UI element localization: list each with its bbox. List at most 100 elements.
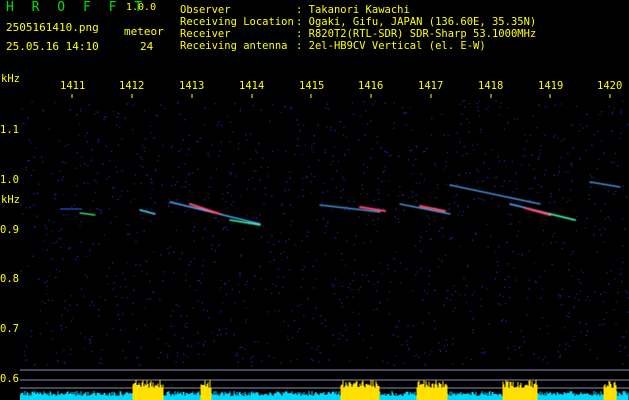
noise-speck	[367, 193, 369, 195]
noise-speck	[620, 112, 622, 114]
noise-speck	[257, 340, 259, 343]
noise-speck	[25, 166, 27, 169]
noise-speck	[362, 338, 364, 341]
signal-level-trace	[20, 380, 629, 400]
noise-speck	[93, 304, 95, 307]
noise-speck	[346, 206, 348, 208]
noise-speck	[441, 260, 443, 262]
noise-speck	[498, 114, 500, 116]
noise-speck	[348, 287, 350, 289]
noise-speck	[571, 180, 573, 182]
noise-speck	[278, 292, 280, 294]
noise-speck	[54, 198, 57, 200]
noise-speck	[27, 265, 30, 267]
noise-speck	[76, 304, 78, 306]
noise-speck	[311, 145, 313, 147]
noise-speck	[25, 345, 28, 347]
noise-speck	[434, 289, 436, 292]
info-key: Observer	[180, 4, 231, 16]
noise-speck	[454, 307, 456, 309]
noise-speck	[327, 190, 329, 193]
noise-speck	[586, 296, 589, 298]
noise-speck	[113, 282, 116, 284]
noise-speck	[175, 361, 177, 363]
noise-speck	[431, 117, 433, 120]
noise-speck	[421, 322, 424, 324]
noise-speck	[477, 181, 479, 183]
noise-speck	[333, 284, 336, 287]
noise-speck	[457, 205, 459, 207]
noise-speck	[560, 303, 562, 306]
noise-speck	[289, 177, 291, 180]
noise-speck	[363, 242, 365, 244]
noise-speck	[20, 270, 22, 272]
noise-speck	[116, 304, 119, 306]
noise-speck	[197, 168, 199, 170]
noise-speck	[361, 274, 364, 276]
noise-speck	[181, 252, 183, 255]
noise-speck	[409, 106, 411, 109]
noise-speck	[197, 140, 200, 142]
noise-speck	[420, 173, 422, 175]
noise-speck	[413, 164, 415, 166]
noise-speck	[182, 139, 184, 141]
noise-speck	[220, 279, 222, 281]
noise-speck	[396, 326, 399, 328]
noise-speck	[456, 184, 459, 186]
noise-speck	[465, 301, 467, 303]
noise-speck	[327, 108, 330, 110]
noise-speck	[281, 286, 284, 289]
noise-speck	[420, 250, 422, 252]
noise-speck	[75, 215, 77, 218]
noise-speck	[303, 314, 305, 316]
noise-speck	[483, 352, 485, 355]
noise-speck	[98, 362, 101, 364]
noise-speck	[558, 171, 560, 173]
noise-speck	[452, 338, 454, 340]
noise-speck	[75, 185, 78, 187]
noise-speck	[588, 198, 591, 200]
noise-speck	[91, 350, 93, 353]
noise-speck	[341, 302, 343, 304]
noise-speck	[335, 186, 337, 189]
noise-speck	[160, 254, 162, 256]
noise-speck	[602, 323, 604, 326]
noise-speck	[153, 137, 156, 139]
noise-speck	[179, 258, 181, 260]
noise-speck	[339, 121, 341, 123]
noise-speck	[473, 149, 475, 151]
noise-speck	[156, 159, 159, 162]
noise-speck	[73, 204, 75, 206]
noise-speck	[331, 160, 334, 163]
noise-speck	[478, 197, 480, 200]
noise-speck	[178, 167, 180, 169]
noise-speck	[201, 302, 204, 304]
noise-speck	[462, 155, 464, 157]
info-panel: Observer: Takanori Kawachi Receiving Loc…	[180, 4, 536, 52]
noise-speck	[623, 336, 625, 338]
noise-speck	[221, 198, 224, 200]
noise-speck	[376, 135, 378, 138]
noise-speck	[461, 214, 463, 217]
noise-speck	[343, 126, 345, 129]
noise-speck	[481, 180, 484, 182]
noise-speck	[500, 102, 502, 104]
noise-speck	[234, 103, 236, 105]
noise-speck	[604, 218, 607, 220]
noise-speck	[442, 227, 444, 229]
noise-speck	[522, 336, 524, 338]
noise-speck	[245, 283, 247, 286]
noise-speck	[373, 283, 375, 285]
noise-speck	[341, 176, 344, 178]
noise-speck	[567, 312, 570, 314]
noise-speck	[346, 296, 348, 298]
noise-speck	[411, 196, 413, 198]
noise-speck	[408, 197, 410, 199]
noise-speck	[326, 103, 328, 105]
noise-speck	[330, 129, 332, 131]
noise-speck	[101, 363, 103, 365]
meteor-label: meteor	[124, 25, 164, 38]
noise-speck	[34, 364, 36, 366]
noise-speck	[290, 107, 293, 110]
noise-speck	[287, 335, 289, 337]
